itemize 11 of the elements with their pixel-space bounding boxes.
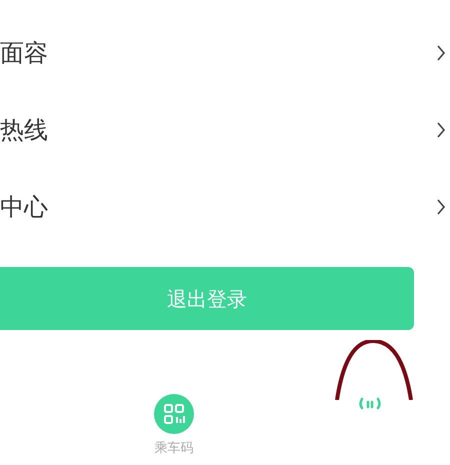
menu-item-label: 中心: [0, 194, 48, 218]
qr-code-icon: [154, 394, 194, 434]
menu-item-label: 面容: [0, 40, 48, 64]
menu-item[interactable]: 热线: [0, 91, 450, 168]
signal-icon[interactable]: [357, 396, 383, 410]
menu-item-label: 热线: [0, 118, 48, 142]
chevron-right-icon: [436, 120, 446, 138]
chevron-right-icon: [436, 198, 446, 216]
menu-item[interactable]: 中心: [0, 168, 450, 245]
menu-item[interactable]: 面容: [0, 14, 450, 91]
chevron-right-icon: [436, 44, 446, 62]
